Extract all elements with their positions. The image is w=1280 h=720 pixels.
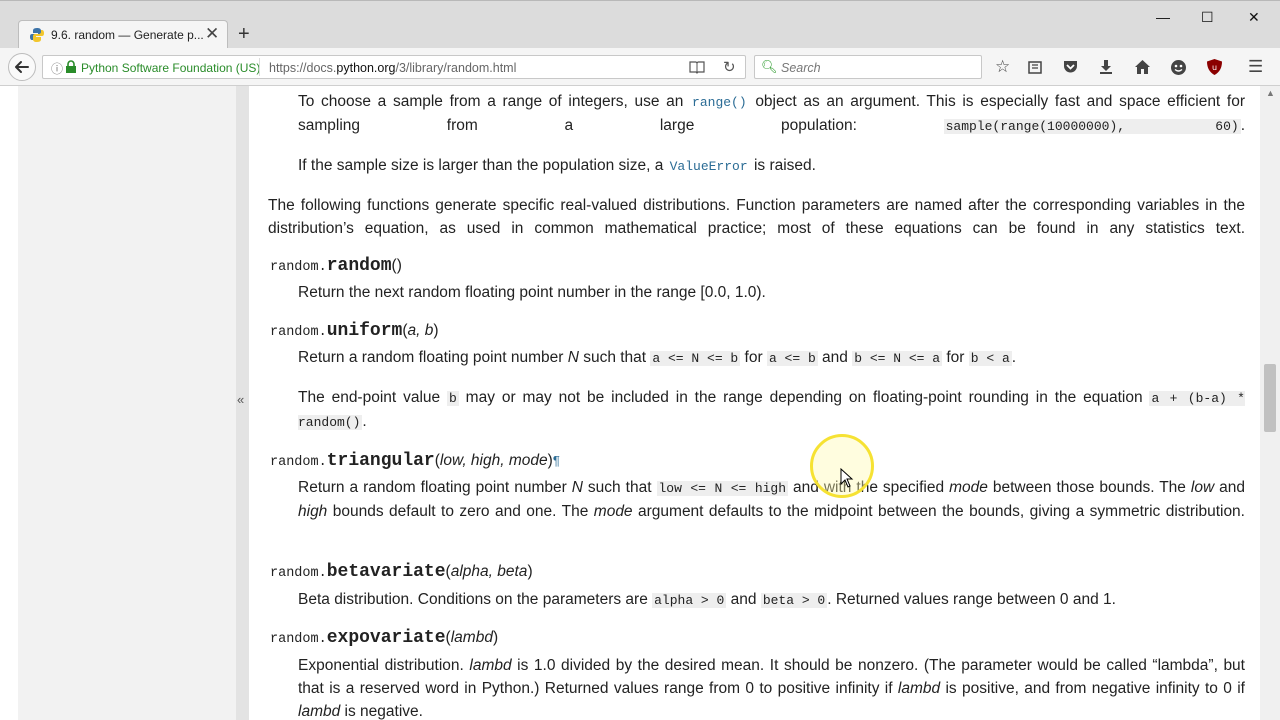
- module-prefix: random.: [270, 566, 327, 581]
- range-link[interactable]: range(): [690, 95, 749, 110]
- reader-view-icon[interactable]: [689, 60, 705, 74]
- reading-list-icon[interactable]: [1027, 59, 1043, 75]
- tab-title: 9.6. random — Generate p...: [51, 28, 204, 42]
- mouse-pointer-icon: [840, 468, 854, 488]
- expovariate-description: Exponential distribution. lambd is 1.0 d…: [298, 657, 1245, 720]
- cursor-highlight: [810, 434, 874, 498]
- url-domain: python.org: [336, 61, 396, 75]
- sample-note-paragraph: To choose a sample from a range of integ…: [298, 93, 1245, 134]
- function-signature-uniform: random.uniform(a, b): [270, 321, 439, 341]
- uniform-endpoint-note: The end-point value b may or may not be …: [298, 389, 1245, 430]
- ublock-origin-icon[interactable]: u: [1206, 58, 1223, 76]
- download-icon[interactable]: [1098, 59, 1114, 75]
- betavariate-description: Beta distribution. Conditions on the par…: [298, 591, 1116, 608]
- back-button[interactable]: [8, 53, 36, 81]
- function-signature-random: random.random(): [270, 256, 402, 276]
- maximize-button[interactable]: ☐: [1201, 9, 1214, 26]
- function-params: alpha, beta: [450, 563, 528, 580]
- function-name: random: [326, 256, 392, 276]
- new-tab-button[interactable]: +: [238, 23, 250, 46]
- docs-sidebar: [18, 86, 236, 720]
- module-prefix: random.: [270, 455, 327, 470]
- pocket-icon[interactable]: [1062, 59, 1079, 75]
- menu-hamburger-icon[interactable]: ☰: [1248, 58, 1263, 76]
- url-text[interactable]: https://docs.python.org/3/library/random…: [269, 61, 516, 75]
- permalink-icon[interactable]: ¶: [553, 453, 560, 468]
- reload-icon[interactable]: ↻: [723, 58, 736, 76]
- url-prefix: https://docs.: [269, 61, 337, 75]
- function-params: low, high, mode: [439, 452, 548, 469]
- function-name: betavariate: [326, 562, 446, 582]
- tab-close-icon[interactable]: ✕: [205, 24, 219, 44]
- title-bar: 9.6. random — Generate p... ✕ + — ☐ ✕: [0, 0, 1280, 49]
- sample-size-paragraph: If the sample size is larger than the po…: [298, 157, 816, 174]
- function-signature-expovariate: random.expovariate(lambd): [270, 628, 499, 648]
- vertical-scrollbar[interactable]: ▲: [1260, 86, 1280, 720]
- lock-icon: [66, 60, 76, 73]
- search-placeholder: Search: [781, 61, 821, 75]
- random-description: Return the next random floating point nu…: [298, 284, 766, 301]
- bookmark-star-icon[interactable]: ☆: [995, 58, 1010, 76]
- function-signature-triangular: random.triangular(low, high, mode)¶: [270, 451, 560, 471]
- home-icon[interactable]: [1134, 59, 1151, 75]
- function-signature-betavariate: random.betavariate(alpha, beta): [270, 562, 533, 582]
- url-path: /3/library/random.html: [395, 61, 517, 75]
- emoji-extension-icon[interactable]: [1170, 59, 1187, 76]
- triangular-description: Return a random floating point number N …: [298, 479, 1246, 520]
- scrollbar-thumb[interactable]: [1264, 364, 1276, 432]
- function-name: expovariate: [326, 628, 446, 648]
- module-prefix: random.: [270, 632, 327, 647]
- distributions-intro-paragraph: The following functions generate specifi…: [268, 197, 1245, 237]
- python-favicon-icon: [30, 28, 44, 42]
- search-bar[interactable]: 🔍︎ Search: [754, 55, 982, 79]
- url-divider: [259, 58, 260, 76]
- function-name: uniform: [326, 321, 403, 341]
- doc-content: To choose a sample from a range of integ…: [249, 86, 1260, 720]
- module-prefix: random.: [270, 325, 327, 340]
- uniform-description: Return a random floating point number N …: [298, 349, 1017, 366]
- url-bar[interactable]: ⓘ Python Software Foundation (US) https:…: [42, 55, 746, 79]
- sidebar-collapse-bar[interactable]: «: [236, 86, 249, 720]
- module-prefix: random.: [270, 260, 327, 275]
- site-identity: Python Software Foundation (US): [81, 61, 261, 75]
- function-name: triangular: [326, 451, 435, 471]
- collapse-sidebar-icon[interactable]: «: [237, 392, 244, 407]
- minimize-button[interactable]: —: [1156, 9, 1170, 25]
- back-arrow-icon: [15, 61, 29, 73]
- close-window-button[interactable]: ✕: [1248, 9, 1260, 26]
- search-engine-icon: 🔍︎: [761, 59, 778, 74]
- valueerror-link[interactable]: ValueError: [668, 159, 750, 174]
- info-icon[interactable]: ⓘ: [51, 60, 63, 77]
- function-params: a, b: [407, 322, 434, 339]
- navigation-toolbar: ⓘ Python Software Foundation (US) https:…: [0, 48, 1280, 86]
- function-params: lambd: [450, 629, 493, 646]
- scroll-up-arrow-icon[interactable]: ▲: [1266, 88, 1275, 98]
- tab-random-docs[interactable]: 9.6. random — Generate p... ✕: [18, 20, 228, 49]
- svg-text:u: u: [1212, 63, 1217, 72]
